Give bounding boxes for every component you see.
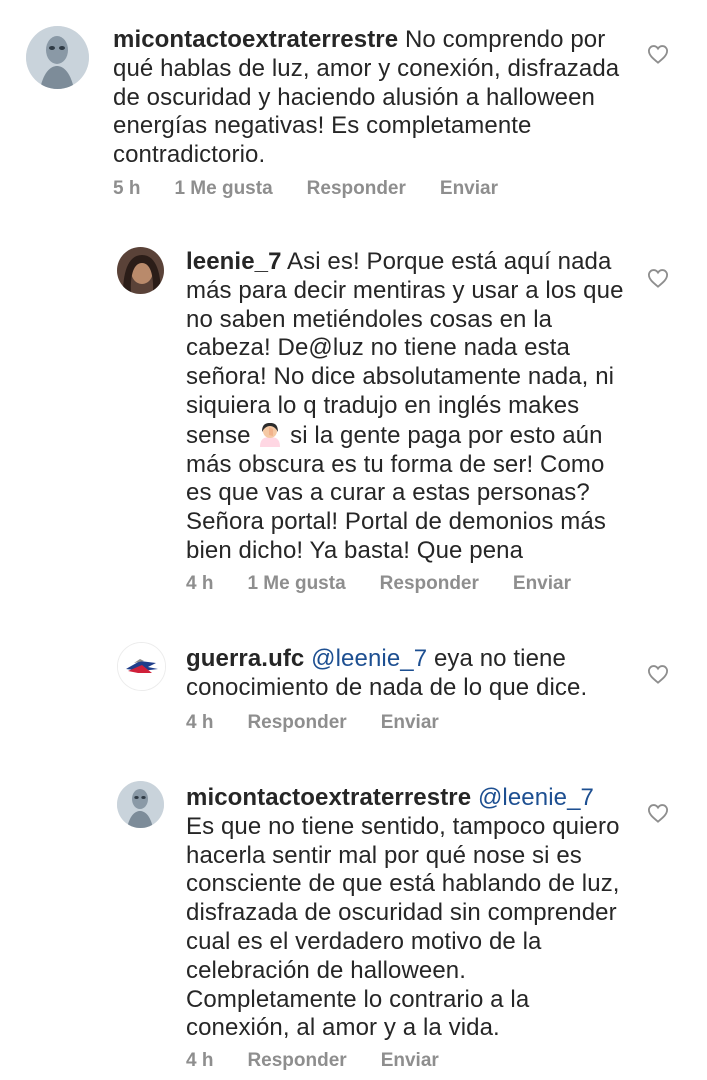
ufc-logo-icon xyxy=(118,643,165,690)
comment-actions: 4 h Responder Enviar xyxy=(186,712,473,734)
timestamp: 5 h xyxy=(113,178,141,199)
comment-text: micontactoextraterrestre No comprendo po… xyxy=(113,26,633,170)
reply-button[interactable]: Responder xyxy=(380,573,479,594)
timestamp: 4 h xyxy=(186,1050,214,1071)
send-button[interactable]: Enviar xyxy=(440,178,498,199)
alien-avatar-icon xyxy=(117,781,164,828)
heart-outline-icon[interactable] xyxy=(647,803,669,823)
reply-button[interactable]: Responder xyxy=(247,1050,346,1071)
comment-actions: 5 h 1 Me gusta Responder Enviar xyxy=(113,178,532,200)
user-photo-icon xyxy=(117,247,164,294)
comment-text: micontactoextraterrestre @leenie_7 Es qu… xyxy=(186,784,626,1043)
alien-avatar-icon xyxy=(26,26,89,89)
username-link[interactable]: guerra.ufc xyxy=(186,645,304,672)
send-button[interactable]: Enviar xyxy=(513,573,571,594)
likes-count[interactable]: 1 Me gusta xyxy=(247,573,345,594)
heart-outline-icon[interactable] xyxy=(647,268,669,288)
send-button[interactable]: Enviar xyxy=(381,712,439,733)
reply-button[interactable]: Responder xyxy=(307,178,406,199)
timestamp: 4 h xyxy=(186,712,214,733)
comment-body: Asi es! Porque está aquí nada más para d… xyxy=(186,248,624,449)
username-link[interactable]: micontactoextraterrestre xyxy=(113,26,398,53)
comment-actions: 4 h 1 Me gusta Responder Enviar xyxy=(186,573,605,595)
comment-text: guerra.ufc @leenie_7 eya no tiene conoci… xyxy=(186,645,626,703)
reply-button[interactable]: Responder xyxy=(247,712,346,733)
send-button[interactable]: Enviar xyxy=(381,1050,439,1071)
comment-actions: 4 h Responder Enviar xyxy=(186,1050,473,1072)
comment-text: leenie_7 Asi es! Porque está aquí nada m… xyxy=(186,248,626,566)
avatar[interactable] xyxy=(117,247,164,294)
woman-facepalming-emoji-icon xyxy=(260,422,281,447)
comment-body: Es que no tiene sentido, tampoco quiero … xyxy=(186,812,620,1042)
timestamp: 4 h xyxy=(186,573,214,594)
heart-outline-icon[interactable] xyxy=(647,664,669,684)
avatar[interactable] xyxy=(26,26,89,89)
username-link[interactable]: micontactoextraterrestre xyxy=(186,784,471,811)
avatar[interactable] xyxy=(117,781,164,828)
heart-outline-icon[interactable] xyxy=(647,44,669,64)
avatar[interactable] xyxy=(117,642,166,691)
username-link[interactable]: leenie_7 xyxy=(186,248,282,275)
likes-count[interactable]: 1 Me gusta xyxy=(174,178,272,199)
mention-link[interactable]: @leenie_7 xyxy=(478,784,594,811)
mention-link[interactable]: @leenie_7 xyxy=(311,645,427,672)
